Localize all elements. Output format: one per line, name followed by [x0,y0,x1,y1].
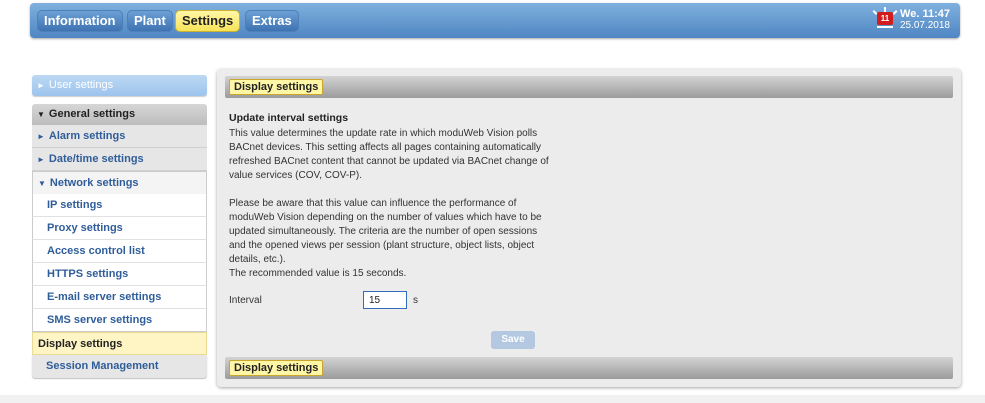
sidebar-item-datetime-settings[interactable]: ► Date/time settings [32,148,207,171]
sidebar-item-email-server-settings[interactable]: E-mail server settings [32,286,207,309]
page: Information Plant Settings Extras 11 We.… [0,0,985,403]
sidebar-item-ip-settings[interactable]: IP settings [32,194,207,217]
sidebar-group-network-settings[interactable]: ▼ Network settings [32,171,207,194]
clock-date: 25.07.2018 [899,20,950,31]
sidebar-item-label: Alarm settings [48,130,126,142]
chevron-down-icon: ▼ [38,179,46,188]
sidebar-item-alarm-settings[interactable]: ► Alarm settings [32,125,207,148]
chevron-right-icon: ► [37,155,45,164]
sidebar-item-proxy-settings[interactable]: Proxy settings [32,217,207,240]
interval-unit: s [413,295,418,306]
recommended-value-text: The recommended value is 15 seconds. [229,268,407,279]
panel-content: Update interval settings This value dete… [229,111,549,281]
clock: We. 11:47 25.07.2018 [899,8,950,32]
panel-header: Display settings [225,76,953,98]
sidebar-item-label: User settings [48,79,114,91]
sidebar-item-https-settings[interactable]: HTTPS settings [32,263,207,286]
top-navigation-bar: Information Plant Settings Extras 11 We.… [30,3,960,38]
sidebar-item-access-control-list[interactable]: Access control list [32,240,207,263]
bottom-strip [0,395,985,403]
chevron-right-icon: ► [37,81,45,90]
clock-time: We. 11:47 [900,8,950,20]
sidebar-item-sms-server-settings[interactable]: SMS server settings [32,309,207,332]
description-paragraph-1: This value determines the update rate in… [229,128,549,181]
sidebar-group-general-settings[interactable]: ▼ General settings [32,104,207,125]
chevron-right-icon: ► [37,132,45,141]
sidebar-item-label: Date/time settings [48,153,144,165]
panel-title: Display settings [229,79,324,95]
sidebar-item-user-settings[interactable]: ► User settings [32,75,207,96]
sidebar-item-label: Network settings [49,177,139,189]
tab-settings[interactable]: Settings [175,10,241,32]
tab-plant[interactable]: Plant [127,10,173,32]
alarm-icon[interactable]: 11 [872,7,898,31]
interval-input[interactable] [363,291,407,309]
sidebar: ► User settings ▼ General settings ► Alarm … [32,75,207,378]
save-button[interactable]: Save [491,331,535,349]
tab-extras[interactable]: Extras [245,10,299,32]
interval-label: Interval [229,295,262,306]
display-settings-panel: Display settings Update interval setting… [217,69,961,387]
description-paragraph-2: Please be aware that this value can infl… [229,198,542,265]
panel-footer-title: Display settings [229,360,324,376]
sidebar-item-session-management[interactable]: Session Management [32,355,207,378]
sidebar-item-label: General settings [48,108,136,120]
section-title: Update interval settings [229,112,349,124]
panel-footer: Display settings [225,357,953,379]
alarm-count-badge: 11 [877,12,893,25]
tab-information[interactable]: Information [37,10,123,32]
chevron-down-icon: ▼ [37,110,45,119]
sidebar-item-display-settings[interactable]: Display settings [32,332,207,355]
